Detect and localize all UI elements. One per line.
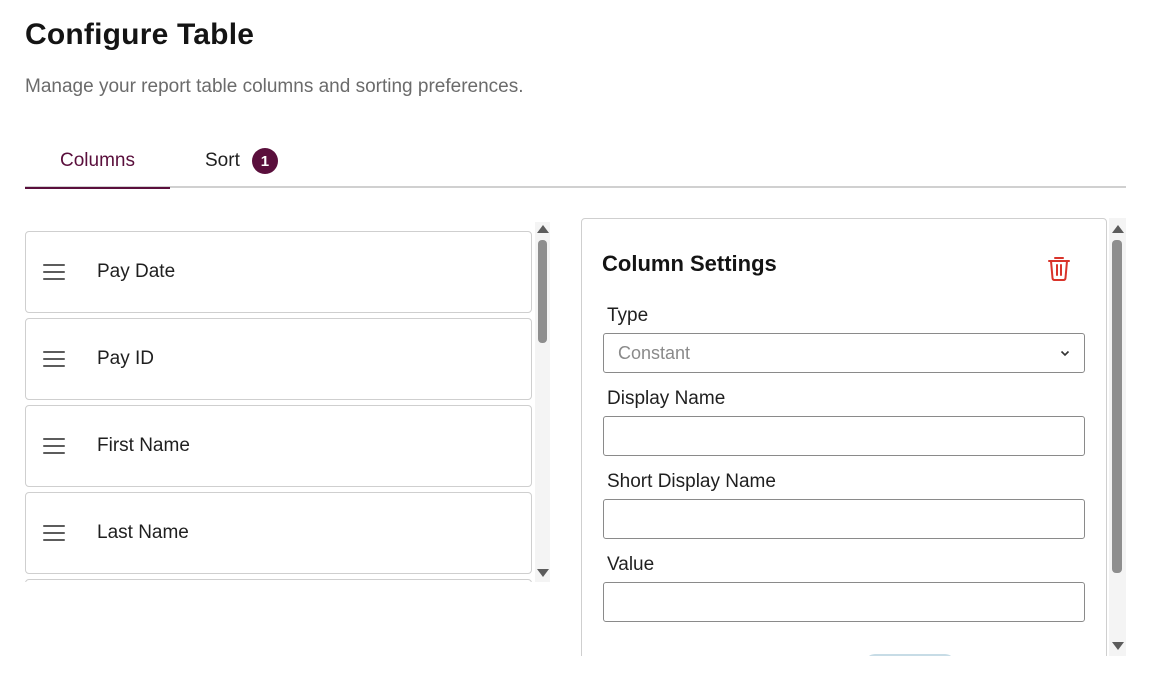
- tab-columns[interactable]: Columns: [25, 134, 170, 189]
- display-name-input[interactable]: [603, 416, 1085, 456]
- tab-sort-label: Sort: [205, 150, 240, 171]
- column-item-label: First Name: [97, 435, 190, 456]
- scroll-up-icon[interactable]: [537, 225, 549, 233]
- column-item-label: Pay Date: [97, 261, 176, 282]
- column-settings-panel: Column Settings Type Constant Display Na…: [581, 218, 1107, 656]
- column-list-scroll-thumb[interactable]: [538, 240, 547, 343]
- save-button[interactable]: [865, 654, 955, 656]
- tab-columns-label: Columns: [60, 149, 135, 171]
- page-subtitle: Manage your report table columns and sor…: [25, 76, 524, 97]
- column-settings-area: Column Settings Type Constant Display Na…: [581, 218, 1126, 656]
- drag-handle-icon[interactable]: [43, 438, 65, 454]
- type-select-value: Constant: [618, 342, 691, 363]
- column-item-label: Last Name: [97, 522, 189, 543]
- scroll-up-icon[interactable]: [1112, 225, 1124, 233]
- drag-handle-icon[interactable]: [43, 351, 65, 367]
- scroll-down-icon[interactable]: [537, 569, 549, 577]
- drag-handle-icon[interactable]: [43, 264, 65, 280]
- value-input[interactable]: [603, 582, 1085, 622]
- display-name-label: Display Name: [607, 388, 726, 409]
- column-item-first-name[interactable]: First Name: [25, 405, 532, 487]
- column-list: Pay Date Pay ID First Name Last Name: [25, 222, 550, 582]
- column-item-label: Pay ID: [97, 348, 155, 369]
- scroll-down-icon[interactable]: [1112, 642, 1124, 650]
- type-label: Type: [607, 305, 649, 326]
- column-item-pay-date[interactable]: Pay Date: [25, 231, 532, 313]
- page-title: Configure Table: [25, 18, 255, 51]
- settings-scroll-thumb[interactable]: [1112, 240, 1122, 573]
- column-item-last-name[interactable]: Last Name: [25, 492, 532, 574]
- sort-count-badge: 1: [251, 148, 278, 174]
- short-display-name-label: Short Display Name: [607, 471, 776, 492]
- type-select[interactable]: Constant: [603, 333, 1085, 373]
- trash-icon[interactable]: [1047, 255, 1071, 281]
- settings-scrollbar[interactable]: [1109, 218, 1126, 656]
- column-list-scrollbar[interactable]: [535, 222, 550, 582]
- short-display-name-input[interactable]: [603, 499, 1085, 539]
- chevron-down-icon: [1060, 350, 1070, 357]
- tab-bar: Columns Sort 1: [25, 134, 1126, 189]
- column-settings-title: Column Settings: [602, 251, 777, 276]
- tab-sort[interactable]: Sort 1: [205, 134, 278, 188]
- column-item-partial[interactable]: [25, 579, 532, 582]
- column-item-pay-id[interactable]: Pay ID: [25, 318, 532, 400]
- value-label: Value: [607, 554, 655, 575]
- drag-handle-icon[interactable]: [43, 525, 65, 541]
